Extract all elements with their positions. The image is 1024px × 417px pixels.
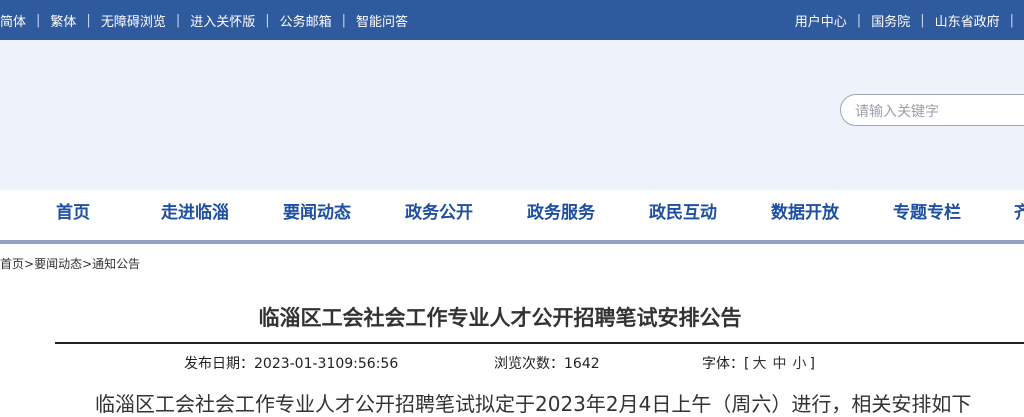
top-bar-left-links: 简体 | 繁体 | 无障碍浏览 | 进入关怀版 | 公务邮箱 | 智能问答 bbox=[0, 0, 408, 40]
top-bar-right-links: 用户中心 | 国务院 | 山东省政府 | bbox=[795, 0, 1024, 40]
nav-item-news[interactable]: 要闻动态 bbox=[283, 190, 351, 240]
separator: | bbox=[1009, 12, 1014, 28]
publish-date-label: 发布日期： bbox=[184, 356, 254, 372]
link-traditional[interactable]: 繁体 bbox=[50, 11, 76, 30]
article-body-first-line: 临淄区工会社会工作专业人才公开招聘笔试拟定于2023年2月4日上午（周六）进行，… bbox=[95, 392, 972, 416]
separator: | bbox=[36, 12, 41, 28]
separator: | bbox=[265, 12, 270, 28]
nav-item-interaction[interactable]: 政民互动 bbox=[649, 190, 717, 240]
breadcrumb: 首页>要闻动态>通知公告 bbox=[0, 255, 140, 272]
font-size-small[interactable]: 小 bbox=[792, 356, 806, 372]
search-box[interactable] bbox=[840, 94, 1024, 126]
separator: | bbox=[175, 12, 181, 28]
title-divider bbox=[55, 342, 1024, 344]
nav-item-special-topics[interactable]: 专题专栏 bbox=[893, 190, 961, 240]
link-care-version[interactable]: 进入关怀版 bbox=[190, 11, 255, 30]
nav-item-partial[interactable]: 齐 bbox=[1014, 190, 1024, 240]
nav-divider bbox=[0, 240, 1024, 244]
separator: | bbox=[920, 12, 925, 28]
font-size-medium[interactable]: 中 bbox=[772, 356, 786, 372]
nav-item-open-data[interactable]: 数据开放 bbox=[771, 190, 839, 240]
separator: | bbox=[86, 12, 91, 28]
link-simplified[interactable]: 简体 bbox=[0, 11, 26, 30]
top-bar: 简体 | 繁体 | 无障碍浏览 | 进入关怀版 | 公务邮箱 | 智能问答 用户… bbox=[0, 0, 1024, 40]
breadcrumb-news[interactable]: 要闻动态 bbox=[34, 257, 82, 271]
breadcrumb-notices[interactable]: 通知公告 bbox=[92, 257, 140, 271]
nav-item-gov-info[interactable]: 政务公开 bbox=[405, 190, 473, 240]
font-size-bracket-open: [ bbox=[744, 356, 750, 372]
font-size-control: 字体：[大中小] bbox=[702, 353, 815, 373]
link-user-center[interactable]: 用户中心 bbox=[795, 11, 847, 30]
separator: | bbox=[341, 12, 347, 28]
link-shandong-gov[interactable]: 山东省政府 bbox=[935, 11, 1000, 30]
font-size-large[interactable]: 大 bbox=[752, 356, 766, 372]
publish-date: 发布日期：2023-01-3109:56:56 bbox=[184, 353, 398, 373]
view-count-label: 浏览次数： bbox=[494, 356, 564, 372]
nav-item-home[interactable]: 首页 bbox=[56, 190, 90, 240]
breadcrumb-home[interactable]: 首页 bbox=[0, 257, 24, 271]
main-nav: 首页 走进临淄 要闻动态 政务公开 政务服务 政民互动 数据开放 专题专栏 齐 bbox=[0, 190, 1024, 240]
link-accessibility[interactable]: 无障碍浏览 bbox=[101, 11, 166, 30]
view-count: 浏览次数：1642 bbox=[494, 353, 600, 373]
font-size-bracket-close: ] bbox=[809, 356, 815, 372]
link-state-council[interactable]: 国务院 bbox=[871, 11, 910, 30]
view-count-value: 1642 bbox=[564, 356, 600, 372]
nav-item-gov-services[interactable]: 政务服务 bbox=[527, 190, 595, 240]
font-size-label: 字体： bbox=[702, 356, 744, 372]
nav-item-about-linzi[interactable]: 走进临淄 bbox=[161, 190, 229, 240]
breadcrumb-separator: > bbox=[82, 257, 93, 271]
link-official-email[interactable]: 公务邮箱 bbox=[280, 11, 332, 30]
publish-date-value: 2023-01-3109:56:56 bbox=[254, 356, 399, 372]
breadcrumb-separator: > bbox=[24, 257, 35, 271]
separator: | bbox=[856, 12, 862, 28]
link-smart-qa[interactable]: 智能问答 bbox=[356, 11, 408, 30]
article-title: 临淄区工会社会工作专业人才公开招聘笔试安排公告 bbox=[258, 306, 742, 330]
search-input[interactable] bbox=[853, 101, 1024, 123]
